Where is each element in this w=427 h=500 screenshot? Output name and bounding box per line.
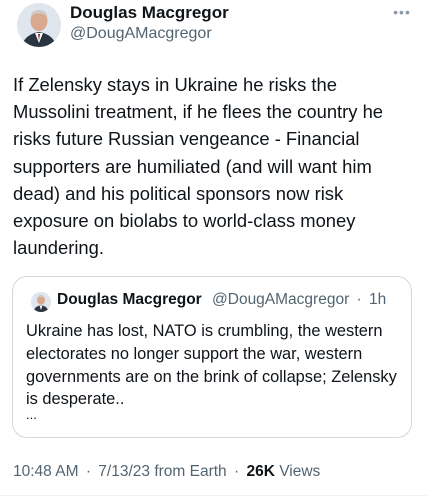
quoted-author-photo (31, 292, 51, 312)
tweet-text: If Zelensky stays in Ukraine he risks th… (13, 74, 384, 259)
divider (0, 495, 427, 496)
quoted-tweet-text: Ukraine has lost, NATO is crumbling, the… (26, 322, 397, 409)
quoted-author-name[interactable]: Douglas Macgregor (57, 291, 202, 308)
author-handle[interactable]: @DougAMacgregor (70, 25, 212, 43)
more-horizontal-icon[interactable]: ••• (391, 5, 413, 19)
meta-separator-views: · (233, 463, 240, 480)
quoted-ellipsis: ... (26, 407, 37, 422)
quoted-tweet-card[interactable]: Douglas Macgregor @DougAMacgregor · 1h U… (12, 276, 412, 438)
tweet-meta: 10:48 AM · 7/13/23 from Earth · 26K View… (13, 463, 320, 481)
meta-separator: · (85, 463, 91, 480)
author-avatar[interactable] (17, 3, 61, 47)
tweet-date-source[interactable]: 7/13/23 from Earth (98, 463, 226, 480)
quoted-author-avatar[interactable] (31, 292, 51, 312)
views-count: 26K (246, 463, 275, 480)
author-photo (17, 3, 61, 47)
quoted-timestamp[interactable]: 1h (369, 291, 386, 308)
author-name[interactable]: Douglas Macgregor (70, 3, 229, 23)
quoted-header: Douglas Macgregor @DougAMacgregor · 1h (57, 291, 386, 309)
tweet-time[interactable]: 10:48 AM (13, 463, 79, 480)
views-label: Views (279, 463, 321, 480)
quoted-separator: · (356, 291, 362, 308)
quoted-author-handle[interactable]: @DougAMacgregor (212, 291, 349, 308)
